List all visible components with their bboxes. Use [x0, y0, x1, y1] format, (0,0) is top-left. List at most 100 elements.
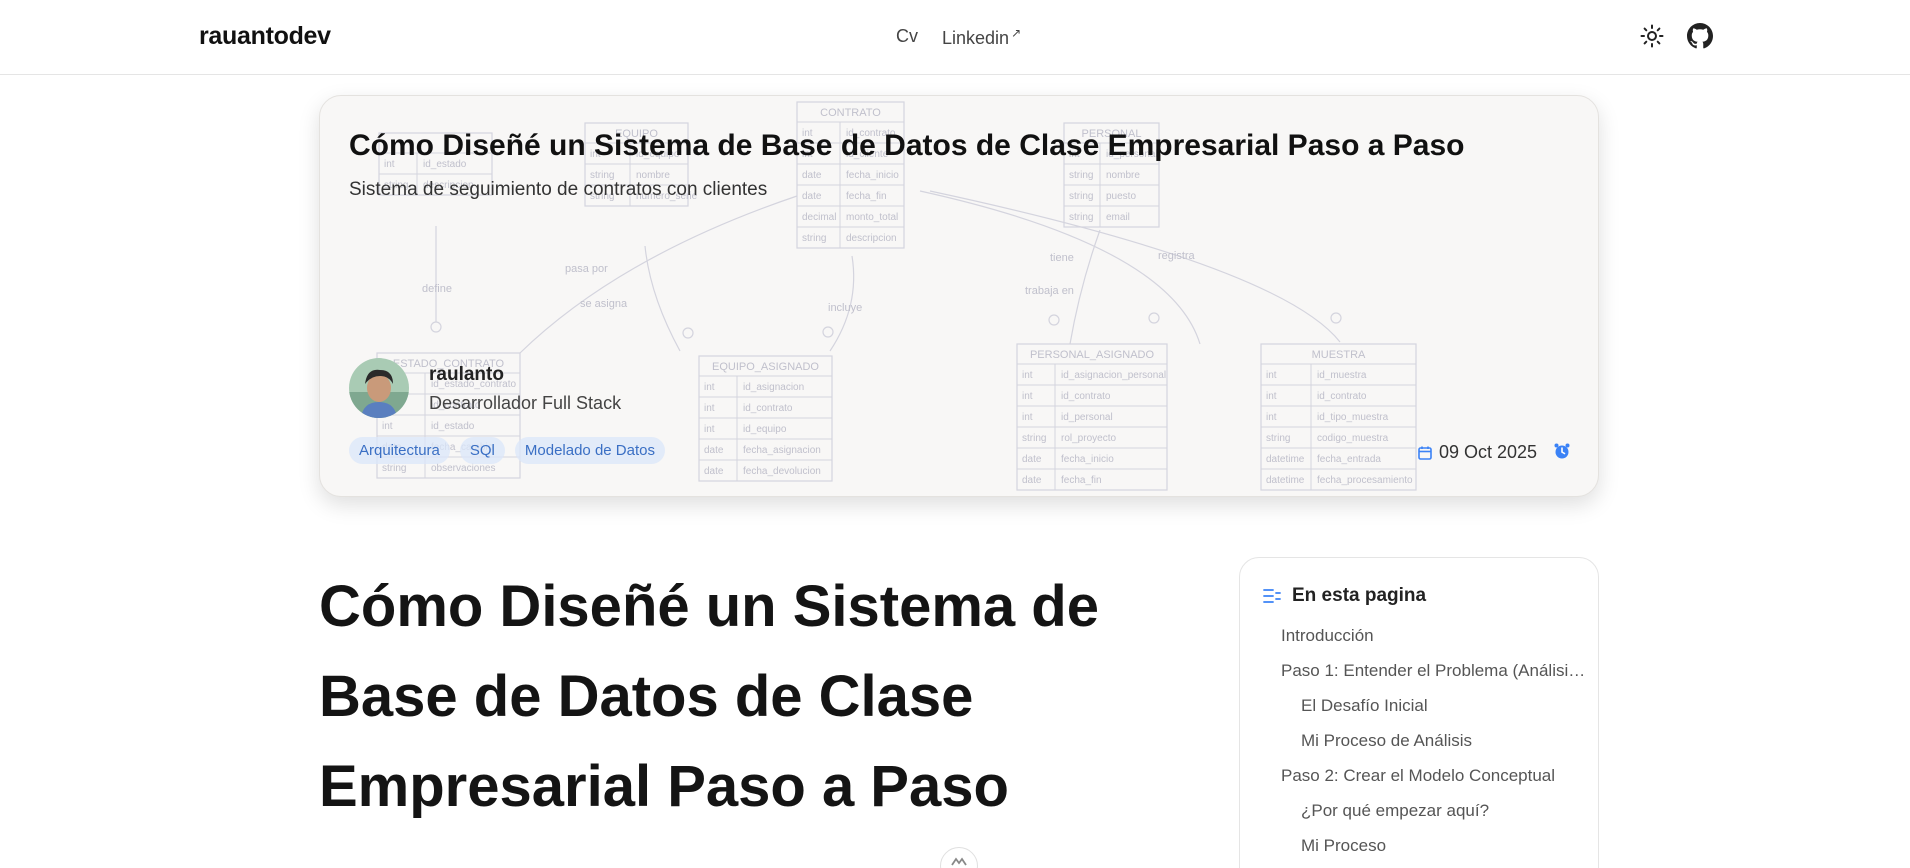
- main-nav: Cv Linkedin ↗: [896, 26, 1021, 49]
- svg-text:fecha_procesamiento: fecha_procesamiento: [1317, 475, 1413, 486]
- toc-heading-text: En esta pagina: [1292, 585, 1427, 606]
- svg-text:date: date: [1022, 475, 1042, 486]
- svg-text:string: string: [1069, 191, 1093, 202]
- toc-item[interactable]: Paso 2: Crear el Modelo Conceptual: [1281, 764, 1586, 799]
- toc-subitem[interactable]: Mi Proceso: [1281, 834, 1586, 868]
- svg-text:EQUIPO_ASIGNADO: EQUIPO_ASIGNADO: [712, 361, 819, 373]
- svg-text:rol_proyecto: rol_proyecto: [1061, 433, 1116, 444]
- table-of-contents: En esta pagina Introducción Paso 1: Ente…: [1239, 557, 1599, 868]
- svg-text:id_muestra: id_muestra: [1317, 370, 1367, 381]
- svg-text:fecha_asignacion: fecha_asignacion: [743, 445, 821, 456]
- external-link-icon: ↗: [1011, 26, 1022, 40]
- toc-list: Introducción Paso 1: Entender el Problem…: [1281, 624, 1586, 868]
- svg-text:date: date: [1022, 454, 1042, 465]
- svg-text:int: int: [1266, 370, 1277, 381]
- svg-text:fecha_entrada: fecha_entrada: [1317, 454, 1381, 465]
- svg-text:int: int: [1266, 391, 1277, 402]
- er-relation-line: [519, 195, 798, 354]
- svg-text:int: int: [704, 382, 715, 393]
- list-icon: [1263, 589, 1281, 603]
- toc-subitem[interactable]: El Desafío Inicial: [1281, 694, 1586, 729]
- top-navbar: rauantodev Cv Linkedin ↗: [0, 0, 1910, 75]
- sun-icon: [1640, 24, 1664, 48]
- svg-text:descripcion: descripcion: [846, 233, 897, 244]
- nav-link-cv[interactable]: Cv: [896, 26, 918, 49]
- svg-text:id_equipo: id_equipo: [743, 424, 787, 435]
- svg-text:codigo_muestra: codigo_muestra: [1317, 433, 1389, 444]
- toc-subitem[interactable]: Mi Proceso de Análisis: [1281, 729, 1586, 764]
- hero-title: Cómo Diseñé un Sistema de Base de Datos …: [349, 129, 1465, 162]
- svg-text:int: int: [1022, 391, 1033, 402]
- svg-text:fecha_inicio: fecha_inicio: [846, 170, 899, 181]
- er-cardinality-marker: [430, 321, 442, 333]
- tag-list: Arquitectura SQl Modelado de Datos: [349, 437, 665, 464]
- article-title: Cómo Diseñé un Sistema de Base de Datos …: [319, 574, 1099, 819]
- svg-text:string: string: [1069, 170, 1093, 181]
- er-relation-label: trabaja en: [1025, 285, 1074, 297]
- svg-text:string: string: [1069, 212, 1093, 223]
- svg-text:datetime: datetime: [1266, 454, 1305, 465]
- toc-heading: En esta pagina: [1262, 585, 1426, 607]
- svg-text:id_tipo_muestra: id_tipo_muestra: [1317, 412, 1389, 423]
- tag-chip[interactable]: SQl: [459, 437, 505, 464]
- toc-subitem[interactable]: ¿Por qué empezar aquí?: [1281, 799, 1586, 834]
- hero-subtitle: Sistema de seguimiento de contratos con …: [349, 179, 768, 200]
- svg-text:string: string: [802, 233, 826, 244]
- author-role: Desarrollador Full Stack: [429, 393, 622, 413]
- er-relation-line: [644, 245, 681, 352]
- er-relation-label: se asigna: [580, 298, 628, 310]
- svg-text:nombre: nombre: [1106, 170, 1140, 181]
- svg-text:string: string: [382, 463, 406, 474]
- er-entity: PERSONAL_ASIGNADOint id_asignacion_person…: [1016, 343, 1168, 491]
- svg-text:datetime: datetime: [1266, 475, 1305, 486]
- er-cardinality-marker: [682, 327, 694, 339]
- svg-text:string: string: [1266, 433, 1290, 444]
- svg-text:id_estado: id_estado: [431, 421, 475, 432]
- er-cardinality-marker: [1048, 314, 1060, 326]
- er-relation-label: tiene: [1050, 252, 1074, 264]
- svg-text:string: string: [1022, 433, 1046, 444]
- svg-text:fecha_inicio: fecha_inicio: [1061, 454, 1114, 465]
- github-link[interactable]: [1684, 20, 1716, 52]
- er-cardinality-marker: [1330, 312, 1342, 324]
- svg-text:int: int: [1266, 412, 1277, 423]
- chevron-up-icon: [951, 857, 967, 866]
- er-relation-label: registra: [1158, 250, 1196, 262]
- svg-text:observaciones: observaciones: [431, 463, 495, 474]
- toc-item[interactable]: Introducción: [1281, 624, 1586, 659]
- er-relation-line: [929, 190, 1341, 343]
- svg-text:fecha_fin: fecha_fin: [846, 191, 887, 202]
- svg-text:fecha_fin: fecha_fin: [1061, 475, 1102, 486]
- er-entity: MUESTRAint id_muestraint id_contratoint id_…: [1260, 343, 1417, 491]
- er-cardinality-marker: [822, 326, 834, 338]
- nav-link-linkedin[interactable]: Linkedin ↗: [942, 26, 1021, 49]
- er-relation-label: pasa por: [565, 263, 608, 275]
- svg-text:date: date: [704, 445, 724, 456]
- theme-toggle-button[interactable]: [1636, 20, 1668, 52]
- svg-text:puesto: puesto: [1106, 191, 1136, 202]
- svg-text:id_contrato: id_contrato: [743, 403, 793, 414]
- svg-text:email: email: [1106, 212, 1130, 223]
- svg-text:date: date: [704, 466, 724, 477]
- nav-link-label: Linkedin: [942, 28, 1010, 48]
- svg-text:monto_total: monto_total: [846, 212, 898, 223]
- svg-text:id_asignacion: id_asignacion: [743, 382, 804, 393]
- svg-text:decimal: decimal: [802, 212, 836, 223]
- er-entity: EQUIPO_ASIGNADOint id_asignacionint id_con…: [698, 355, 833, 482]
- tag-chip[interactable]: Modelado de Datos: [514, 437, 665, 464]
- calendar-icon: [1418, 446, 1432, 460]
- svg-text:int: int: [1022, 412, 1033, 423]
- svg-text:PERSONAL_ASIGNADO: PERSONAL_ASIGNADO: [1030, 349, 1155, 361]
- svg-text:fecha_devolucion: fecha_devolucion: [743, 466, 821, 477]
- svg-text:CONTRATO: CONTRATO: [820, 107, 881, 119]
- scroll-to-top-button[interactable]: [940, 847, 978, 868]
- hero-card[interactable]: int id_estado string descripcion EQUIPO int id…: [319, 95, 1599, 497]
- site-logo[interactable]: rauantodev: [199, 22, 331, 51]
- svg-text:int: int: [382, 421, 393, 432]
- er-relation-label: incluye: [828, 302, 862, 314]
- svg-text:id_personal: id_personal: [1061, 412, 1113, 423]
- er-entity: CONTRATOint id_contratoint id_clientedate f…: [796, 101, 905, 249]
- toc-item[interactable]: Paso 1: Entender el Problema (Análisis d…: [1281, 659, 1586, 694]
- svg-text:id_asignacion_personal: id_asignacion_personal: [1061, 370, 1166, 381]
- tag-chip[interactable]: Arquitectura: [349, 437, 450, 464]
